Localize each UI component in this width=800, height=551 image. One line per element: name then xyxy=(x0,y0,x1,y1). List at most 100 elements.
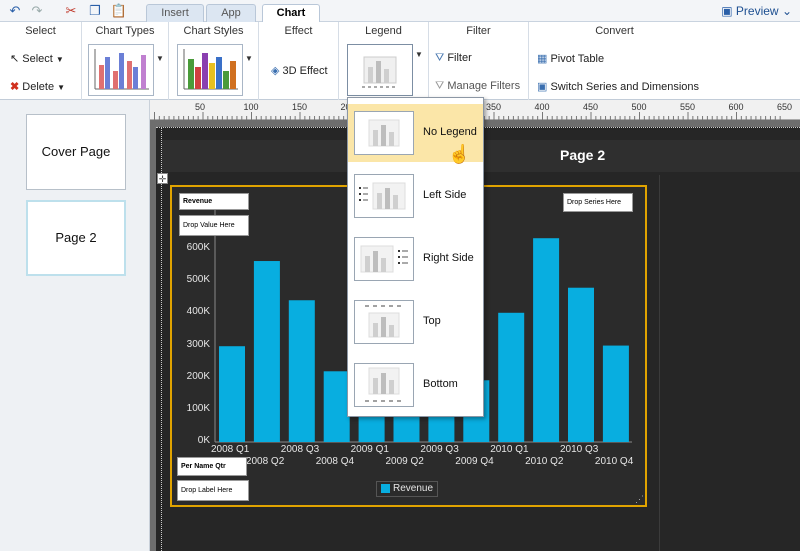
y-tick-label: 500K xyxy=(186,274,210,286)
filter-button[interactable]: ⛛ Filter xyxy=(435,52,472,65)
funnel-icon: ⛛ xyxy=(435,80,445,92)
manage-filters-label: Manage Filters xyxy=(447,80,521,92)
legend-preview-icon xyxy=(362,56,398,88)
legend-option-top[interactable]: Top xyxy=(348,293,483,351)
y-tick-label: 200K xyxy=(186,370,210,382)
undo-icon[interactable]: ↶ xyxy=(6,2,24,20)
redo-icon[interactable]: ↷ xyxy=(28,2,46,20)
ruler-label: 400 xyxy=(534,102,550,112)
legend-gallery[interactable] xyxy=(347,44,413,96)
select-label: Select xyxy=(22,53,53,65)
chart-bar[interactable] xyxy=(533,238,560,442)
per-name-qtr-label[interactable]: Per Name Qtr xyxy=(177,457,247,476)
preview-icon: ▣ xyxy=(721,4,736,18)
column-divider xyxy=(659,175,660,551)
resize-grip-icon[interactable]: ⋰ xyxy=(635,494,644,505)
pivot-table-label: Pivot Table xyxy=(550,53,605,65)
x-tick-label: 2009 Q4 xyxy=(455,456,494,467)
funnel-icon: ⛛ xyxy=(435,52,445,64)
x-tick-label: 2010 Q1 xyxy=(490,444,529,455)
switch-icon: ▣ xyxy=(537,81,548,93)
chart-bar[interactable] xyxy=(219,346,245,442)
chart-styles-group: Chart Styles ▼ xyxy=(169,22,259,100)
delete-button[interactable]: ✖ Delete ▼ xyxy=(10,80,65,93)
switch-series-label: Switch Series and Dimensions xyxy=(550,81,700,93)
3d-effect-button[interactable]: ◈ 3D Effect xyxy=(271,64,328,77)
ruler-label: 450 xyxy=(583,102,599,112)
y-tick-label: 600K xyxy=(186,242,210,254)
ruler-label: 150 xyxy=(292,102,308,112)
chart-types-gallery[interactable] xyxy=(88,44,154,96)
x-tick-label: 2009 Q3 xyxy=(420,444,459,455)
title-bar: ↶ ↷ ✂ ❐ 📋 Insert App Chart ▣ Preview ⌄ xyxy=(0,0,800,23)
preview-button[interactable]: ▣ Preview ⌄ xyxy=(721,2,792,20)
filter-label: Filter xyxy=(447,52,472,64)
effect-group: Effect ◈ 3D Effect xyxy=(259,22,339,100)
chart-styles-dropdown[interactable]: ▼ xyxy=(245,54,253,63)
legend-option-no-legend[interactable]: No Legend ☝ xyxy=(348,104,483,164)
chart-types-dropdown[interactable]: ▼ xyxy=(156,54,164,63)
cut-icon[interactable]: ✂ xyxy=(62,2,80,20)
hand-cursor-icon: ☝ xyxy=(448,144,471,164)
ruler-label: 50 xyxy=(195,102,206,112)
convert-group: Convert ▦ Pivot Table ▣ Switch Series an… xyxy=(529,22,700,100)
paste-icon[interactable]: 📋 xyxy=(110,2,128,20)
x-tick-label: 2009 Q2 xyxy=(385,456,424,467)
cube-icon: ◈ xyxy=(271,65,280,77)
chart-bar[interactable] xyxy=(602,345,629,442)
filter-group: Filter ⛛ Filter ⛛ Manage Filters xyxy=(429,22,529,100)
tab-app[interactable]: App xyxy=(206,4,256,22)
bottom-label: Bottom xyxy=(423,378,458,390)
x-tick-label: 2010 Q3 xyxy=(560,444,599,455)
revenue-drop-label[interactable]: Revenue xyxy=(179,193,249,210)
chart-types-group: Chart Types ▼ xyxy=(82,22,169,100)
page-thumbnail-page-2[interactable]: Page 2 xyxy=(26,200,126,276)
chart-bar[interactable] xyxy=(323,371,350,442)
legend-dropdown-arrow[interactable]: ▼ xyxy=(415,50,423,59)
chart-bar[interactable] xyxy=(568,287,594,442)
legend-option-bottom[interactable]: Bottom xyxy=(348,356,483,414)
chevron-down-icon: ⌄ xyxy=(778,4,792,18)
page-thumbnail-cover[interactable]: Cover Page xyxy=(26,114,126,190)
pivot-table-button[interactable]: ▦ Pivot Table xyxy=(537,52,604,65)
manage-filters-button[interactable]: ⛛ Manage Filters xyxy=(435,80,520,93)
legend-dropdown-menu: No Legend ☝ Left Side Right Side Top Bot… xyxy=(347,97,484,417)
tab-insert[interactable]: Insert xyxy=(146,4,204,22)
legend-label: Revenue xyxy=(393,483,434,494)
delete-icon: ✖ xyxy=(10,81,20,93)
no-legend-label: No Legend xyxy=(423,126,477,138)
drop-value-zone[interactable]: Drop Value Here xyxy=(179,215,249,236)
select-group-title: Select xyxy=(25,25,56,37)
x-tick-label: 2008 Q1 xyxy=(211,444,250,455)
ruler-label: 100 xyxy=(243,102,259,112)
chart-styles-gallery[interactable] xyxy=(177,44,243,96)
legend-option-right-side[interactable]: Right Side xyxy=(348,230,483,288)
chart-bar[interactable] xyxy=(253,261,280,442)
select-group: Select ↖ Select ▼ ✖ Delete ▼ xyxy=(0,22,82,100)
convert-title: Convert xyxy=(595,25,634,37)
switch-series-button[interactable]: ▣ Switch Series and Dimensions xyxy=(537,80,699,93)
filter-title: Filter xyxy=(466,25,491,37)
tab-chart[interactable]: Chart xyxy=(262,4,320,23)
chart-bar[interactable] xyxy=(498,312,525,442)
page-margin-left xyxy=(161,127,162,551)
y-tick-label: 0K xyxy=(197,435,210,446)
left-side-label: Left Side xyxy=(423,189,467,201)
x-tick-label: 2008 Q3 xyxy=(280,444,320,455)
chart-bar[interactable] xyxy=(288,300,315,442)
legend-option-left-side[interactable]: Left Side xyxy=(348,167,483,225)
top-legend-icon xyxy=(354,300,414,344)
page-title: Page 2 xyxy=(560,147,606,163)
drop-series-zone[interactable]: Drop Series Here xyxy=(563,193,633,212)
select-button[interactable]: ↖ Select ▼ xyxy=(10,52,64,65)
page-thumbnails-panel: Cover Page Page 2 xyxy=(0,100,150,551)
drop-label-zone[interactable]: Drop Label Here xyxy=(177,480,249,501)
right-side-legend-icon xyxy=(354,237,414,281)
ruler-label: 600 xyxy=(728,102,744,112)
copy-icon[interactable]: ❐ xyxy=(86,2,104,20)
chevron-down-icon: ▼ xyxy=(55,55,64,64)
move-handle-icon[interactable]: ✛ xyxy=(157,173,168,184)
ruler-label: 350 xyxy=(486,102,502,112)
y-tick-label: 300K xyxy=(186,338,210,350)
x-tick-label: 2009 Q1 xyxy=(350,444,389,455)
